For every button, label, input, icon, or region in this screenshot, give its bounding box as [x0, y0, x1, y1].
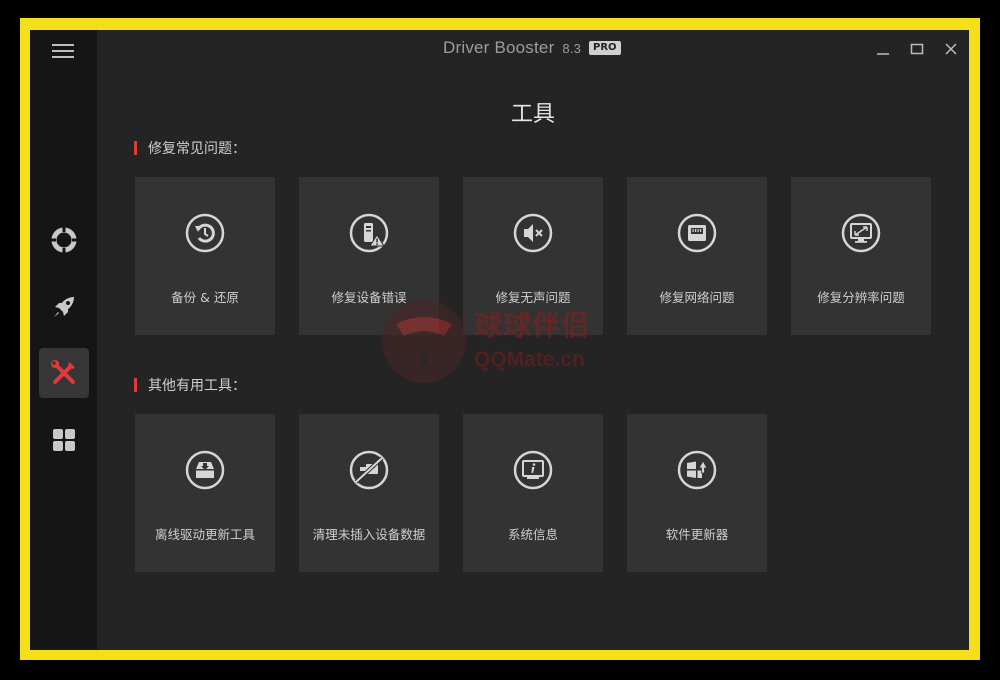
tool-label: 离线驱动更新工具 — [154, 527, 255, 542]
tools-icon — [51, 360, 75, 384]
system-info-icon — [513, 450, 553, 490]
hamburger-menu-icon[interactable] — [52, 44, 76, 60]
sidebar — [30, 30, 97, 650]
tool-label: 备份 & 还原 — [171, 290, 239, 305]
offline-driver-icon — [185, 450, 225, 490]
close-icon — [945, 43, 957, 55]
tool-label: 软件更新器 — [665, 527, 729, 542]
tool-card-backup-restore[interactable]: 备份 & 还原 — [135, 177, 275, 335]
tool-label: 清理未插入设备数据 — [312, 527, 426, 542]
tool-card-system-info[interactable]: 系统信息 — [463, 414, 603, 572]
sidebar-item-apps[interactable] — [39, 415, 89, 465]
resolution-icon — [841, 213, 881, 253]
tool-card-software-updater[interactable]: 软件更新器 — [627, 414, 767, 572]
mute-icon — [513, 213, 553, 253]
software-updater-icon — [677, 450, 717, 490]
title-bar: Driver Booster 8.3 PRO — [97, 30, 969, 68]
section-label-text: 修复常见问题： — [148, 141, 246, 157]
maximize-button[interactable] — [907, 39, 927, 59]
section-accent-bar — [134, 141, 137, 155]
tool-label: 修复分辨率问题 — [817, 290, 905, 305]
section-label-text: 其他有用工具： — [148, 378, 246, 394]
tool-card-fix-resolution[interactable]: 修复分辨率问题 — [791, 177, 931, 335]
restore-icon — [185, 213, 225, 253]
sidebar-item-tools[interactable] — [39, 348, 89, 398]
maximize-icon — [910, 43, 924, 55]
app-version: 8.3 — [562, 41, 582, 56]
pro-badge: PRO — [589, 41, 621, 55]
tool-label: 修复无声问题 — [495, 290, 571, 305]
tool-card-clean-unplugged-devices[interactable]: 清理未插入设备数据 — [299, 414, 439, 572]
tool-label: 修复设备错误 — [331, 290, 407, 305]
app-title: Driver Booster 8.3 — [443, 38, 581, 58]
tool-card-offline-driver-updater[interactable]: 离线驱动更新工具 — [135, 414, 275, 572]
app-name: Driver Booster — [443, 38, 555, 57]
app-window: Driver Booster 8.3 PRO 工具 修复常见问题： 备份 & 还… — [30, 30, 969, 650]
section-label-fix-common: 修复常见问题： — [134, 138, 246, 158]
lifebuoy-icon — [51, 227, 77, 253]
tool-label: 修复网络问题 — [659, 290, 735, 305]
rocket-icon — [54, 297, 74, 317]
sidebar-item-scan[interactable] — [39, 215, 89, 265]
minimize-button[interactable] — [873, 39, 893, 59]
grid-icon — [53, 429, 75, 451]
clean-device-icon — [349, 450, 389, 490]
tool-card-fix-device-error[interactable]: 修复设备错误 — [299, 177, 439, 335]
device-error-icon — [349, 213, 389, 253]
section-label-other-tools: 其他有用工具： — [134, 375, 246, 395]
close-button[interactable] — [941, 39, 961, 59]
section-accent-bar — [134, 378, 137, 392]
tool-card-fix-network[interactable]: 修复网络问题 — [627, 177, 767, 335]
minimize-icon — [877, 53, 889, 55]
tool-card-fix-no-sound[interactable]: 修复无声问题 — [463, 177, 603, 335]
network-icon — [677, 213, 717, 253]
tool-label: 系统信息 — [507, 527, 558, 542]
sidebar-item-boost[interactable] — [39, 282, 89, 332]
page-title: 工具 — [510, 102, 555, 127]
